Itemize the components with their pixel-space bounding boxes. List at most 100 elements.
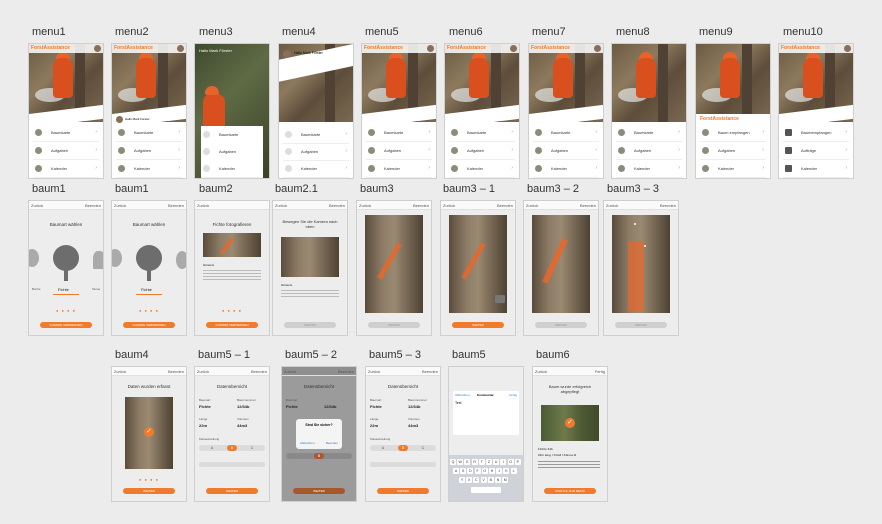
menu-item[interactable]: Aufgaben › <box>616 142 682 160</box>
menu-item[interactable]: Kalender › <box>33 160 99 178</box>
next-button[interactable]: WEITER <box>615 322 667 328</box>
comment-field[interactable] <box>199 462 265 467</box>
back-button[interactable]: Zurück <box>114 369 126 374</box>
menu-item[interactable]: Kalender <box>201 160 263 178</box>
menu-item[interactable]: Aufträge › <box>783 142 849 160</box>
back-button[interactable]: Zurück <box>284 369 296 374</box>
next-button[interactable]: WEITER <box>206 488 258 494</box>
end-button[interactable]: Beenden <box>580 203 596 208</box>
class-c[interactable]: C <box>418 445 428 451</box>
comment-text[interactable]: Text <box>455 401 461 405</box>
end-button[interactable]: Beenden <box>497 203 513 208</box>
end-button[interactable]: Beenden <box>251 369 267 374</box>
key-f[interactable]: F <box>474 468 481 474</box>
tree-icon[interactable] <box>112 249 122 267</box>
avatar[interactable] <box>844 45 851 52</box>
class-selector[interactable]: B <box>286 453 352 459</box>
menu-item[interactable]: Baumkarte <box>201 126 263 144</box>
menu-item[interactable]: Aufgaben › <box>700 142 766 160</box>
back-button[interactable]: Zurück <box>114 203 126 208</box>
class-selector[interactable]: A B C <box>199 445 265 451</box>
next-button[interactable]: WEITER <box>535 322 587 328</box>
key-n[interactable]: N <box>495 477 501 483</box>
end-button[interactable]: Beenden <box>422 369 438 374</box>
menu-item[interactable]: Kalender › <box>283 160 349 178</box>
back-button[interactable]: Zurück <box>359 203 371 208</box>
key-a[interactable]: A <box>453 468 459 474</box>
key-s[interactable]: S <box>460 468 467 474</box>
menu-item[interactable]: Baumkarte › <box>283 126 349 144</box>
menu-item[interactable]: Aufgaben › <box>283 143 349 161</box>
end-button[interactable]: Beenden <box>329 203 345 208</box>
tree-icon[interactable] <box>93 251 103 269</box>
back-button[interactable]: Zurück <box>443 203 455 208</box>
key-p[interactable]: P <box>514 459 521 465</box>
key-i[interactable]: I <box>500 459 507 465</box>
next-button[interactable]: WEITER <box>377 488 429 494</box>
comment-field[interactable] <box>370 462 436 467</box>
end-button[interactable]: Beenden <box>85 203 101 208</box>
avatar[interactable] <box>177 45 184 52</box>
tree-icon[interactable] <box>29 249 39 267</box>
avatar[interactable] <box>283 50 291 58</box>
use-button[interactable]: GUERRE VERWENDEN <box>206 322 258 328</box>
class-b[interactable]: B <box>227 445 237 451</box>
next-button[interactable]: WEITER <box>452 322 504 328</box>
menu-item[interactable]: Baumkarte › <box>33 124 99 142</box>
space-key[interactable] <box>471 487 501 493</box>
key-v[interactable]: V <box>480 477 487 483</box>
menu-item[interactable]: Kalender › <box>116 160 182 178</box>
key-r[interactable]: R <box>471 459 478 465</box>
menu-item[interactable]: Kalender › <box>783 160 849 178</box>
key-l[interactable]: L <box>510 468 517 474</box>
menu-item[interactable]: Kalender › <box>366 160 432 178</box>
class-b[interactable]: B <box>314 453 324 459</box>
menu-item[interactable]: Aufgaben <box>201 143 263 161</box>
key-q[interactable]: Q <box>450 459 456 465</box>
end-button[interactable]: Beenden <box>413 203 429 208</box>
next-button[interactable]: WEITER <box>368 322 420 328</box>
back-button[interactable]: Zurück <box>275 203 287 208</box>
menu-item[interactable]: Aufgaben › <box>366 142 432 160</box>
avatar[interactable] <box>594 45 601 52</box>
end-button[interactable]: Beenden <box>168 369 184 374</box>
key-b[interactable]: B <box>487 477 494 483</box>
class-a[interactable]: A <box>207 445 217 451</box>
menu-item[interactable]: Kalender › <box>533 160 599 178</box>
key-o[interactable]: O <box>507 459 514 465</box>
menu-item[interactable]: Kalender › <box>700 160 766 178</box>
menu-item[interactable]: Baumkarte › <box>616 124 682 142</box>
next-button[interactable]: WEITER <box>284 322 336 328</box>
key-u[interactable]: U <box>493 459 500 465</box>
menu-item[interactable]: Baum empfangen › <box>700 124 766 142</box>
menu-item[interactable]: Aufgaben › <box>33 142 99 160</box>
dialog-cancel-button[interactable]: Abbrechen <box>300 441 315 445</box>
next-button[interactable]: WEITER <box>123 488 175 494</box>
class-selector[interactable]: A B C <box>370 445 436 451</box>
use-button[interactable]: GUERRE VERWENDEN <box>123 322 175 328</box>
back-button[interactable]: Zurück <box>197 203 209 208</box>
class-a[interactable]: A <box>378 445 388 451</box>
menu-item[interactable]: Kalender › <box>616 160 682 178</box>
key-m[interactable]: M <box>502 477 509 483</box>
avatar[interactable] <box>116 116 123 123</box>
key-y[interactable]: Y <box>459 477 465 483</box>
menu-item[interactable]: Baumkarte › <box>533 124 599 142</box>
back-button[interactable]: Zurück <box>197 369 209 374</box>
done-button[interactable]: Fertig <box>509 393 517 397</box>
menu-item[interactable]: Baumkarte › <box>116 124 182 142</box>
back-button[interactable]: Zurück <box>606 203 618 208</box>
menu-item[interactable]: Baumempfangen › <box>783 124 849 142</box>
dialog-ok-button[interactable]: Beenden <box>326 441 338 445</box>
class-c[interactable]: C <box>247 445 257 451</box>
key-d[interactable]: D <box>467 468 474 474</box>
cancel-button[interactable]: Abbrechen <box>455 393 470 397</box>
key-g[interactable]: G <box>481 468 488 474</box>
menu-item[interactable]: Kalender › <box>449 160 515 178</box>
key-c[interactable]: C <box>473 477 480 483</box>
capture-icon[interactable] <box>495 295 505 303</box>
end-button[interactable]: Beenden <box>168 203 184 208</box>
key-w[interactable]: W <box>457 459 464 465</box>
menu-item[interactable]: Aufgaben › <box>449 142 515 160</box>
end-button[interactable]: Beenden <box>338 369 354 374</box>
